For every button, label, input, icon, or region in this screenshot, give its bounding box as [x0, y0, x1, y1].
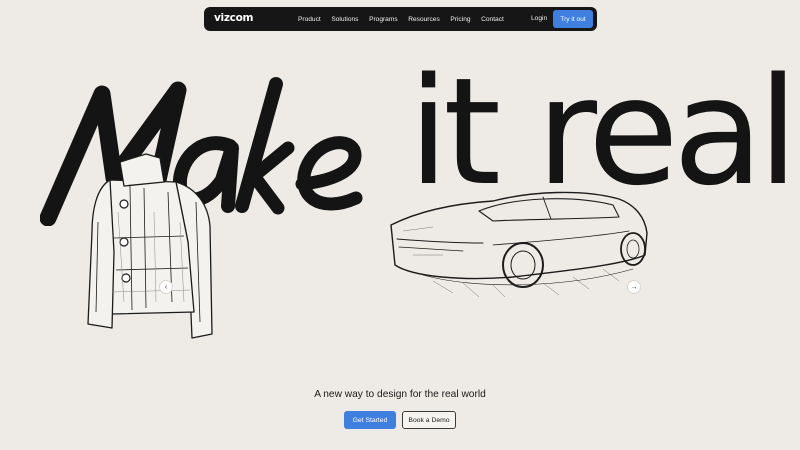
vizcom-logo[interactable]: vizcom: [214, 12, 253, 24]
carousel-prev-button[interactable]: ‹: [159, 280, 173, 294]
arrow-right-icon: →: [630, 283, 638, 291]
hero-tagline: A new way to design for the real world: [314, 389, 486, 400]
try-it-out-button[interactable]: Try it out: [553, 10, 593, 28]
nav-item-solutions[interactable]: Solutions: [331, 16, 358, 23]
nav-item-product[interactable]: Product: [298, 16, 321, 23]
car-sketch-image: [390, 191, 648, 298]
top-navigation-bar: vizcom Product Solutions Programs Resour…: [204, 7, 597, 31]
hero-words-it-real: it real: [408, 46, 799, 218]
login-link[interactable]: Login: [531, 15, 547, 22]
nav-item-programs[interactable]: Programs: [369, 16, 398, 23]
jacket-sketch-image: [87, 153, 213, 339]
nav-item-resources[interactable]: Resources: [408, 16, 440, 23]
nav-menu: Product Solutions Programs Resources Pri…: [298, 7, 514, 31]
carousel-next-button[interactable]: →: [627, 280, 641, 294]
get-started-button[interactable]: Get Started: [344, 411, 396, 429]
book-a-demo-button[interactable]: Book a Demo: [402, 411, 456, 429]
chevron-left-icon: ‹: [164, 283, 168, 291]
nav-item-contact[interactable]: Contact: [481, 16, 504, 23]
nav-item-pricing[interactable]: Pricing: [450, 16, 470, 23]
